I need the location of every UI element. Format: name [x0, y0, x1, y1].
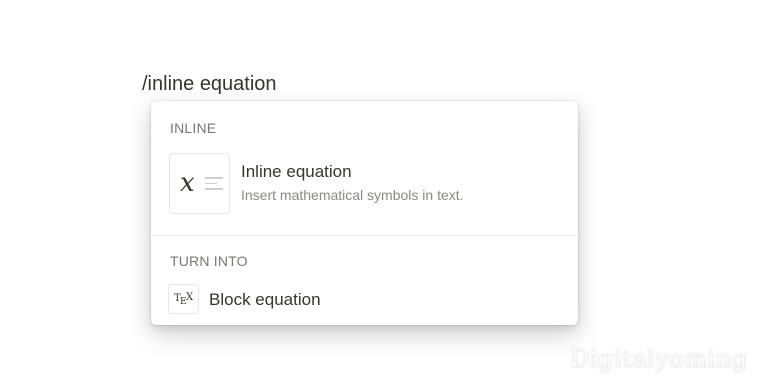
slash-command-menu: INLINE x Inline equation Insert mathemat… [151, 101, 578, 325]
menu-item-title: Block equation [209, 290, 321, 309]
menu-item-inline-equation[interactable]: x Inline equation Insert mathematical sy… [151, 145, 578, 223]
section-divider [151, 235, 578, 236]
menu-item-title: Inline equation [241, 162, 352, 181]
math-x-glyph: x [180, 168, 195, 198]
section-header-inline: INLINE [170, 120, 217, 136]
menu-item-description: Insert mathematical symbols in text. [241, 187, 464, 203]
section-header-turn-into: TURN INTO [170, 253, 248, 269]
menu-item-block-equation[interactable]: T E X Block equation [151, 281, 578, 317]
slash-command-text[interactable]: /inline equation [142, 71, 277, 97]
watermark: Digitalyoming [570, 345, 748, 373]
inline-equation-icon: x [169, 153, 230, 214]
tex-icon: T E X [168, 284, 199, 314]
text-lines-icon [205, 177, 223, 194]
